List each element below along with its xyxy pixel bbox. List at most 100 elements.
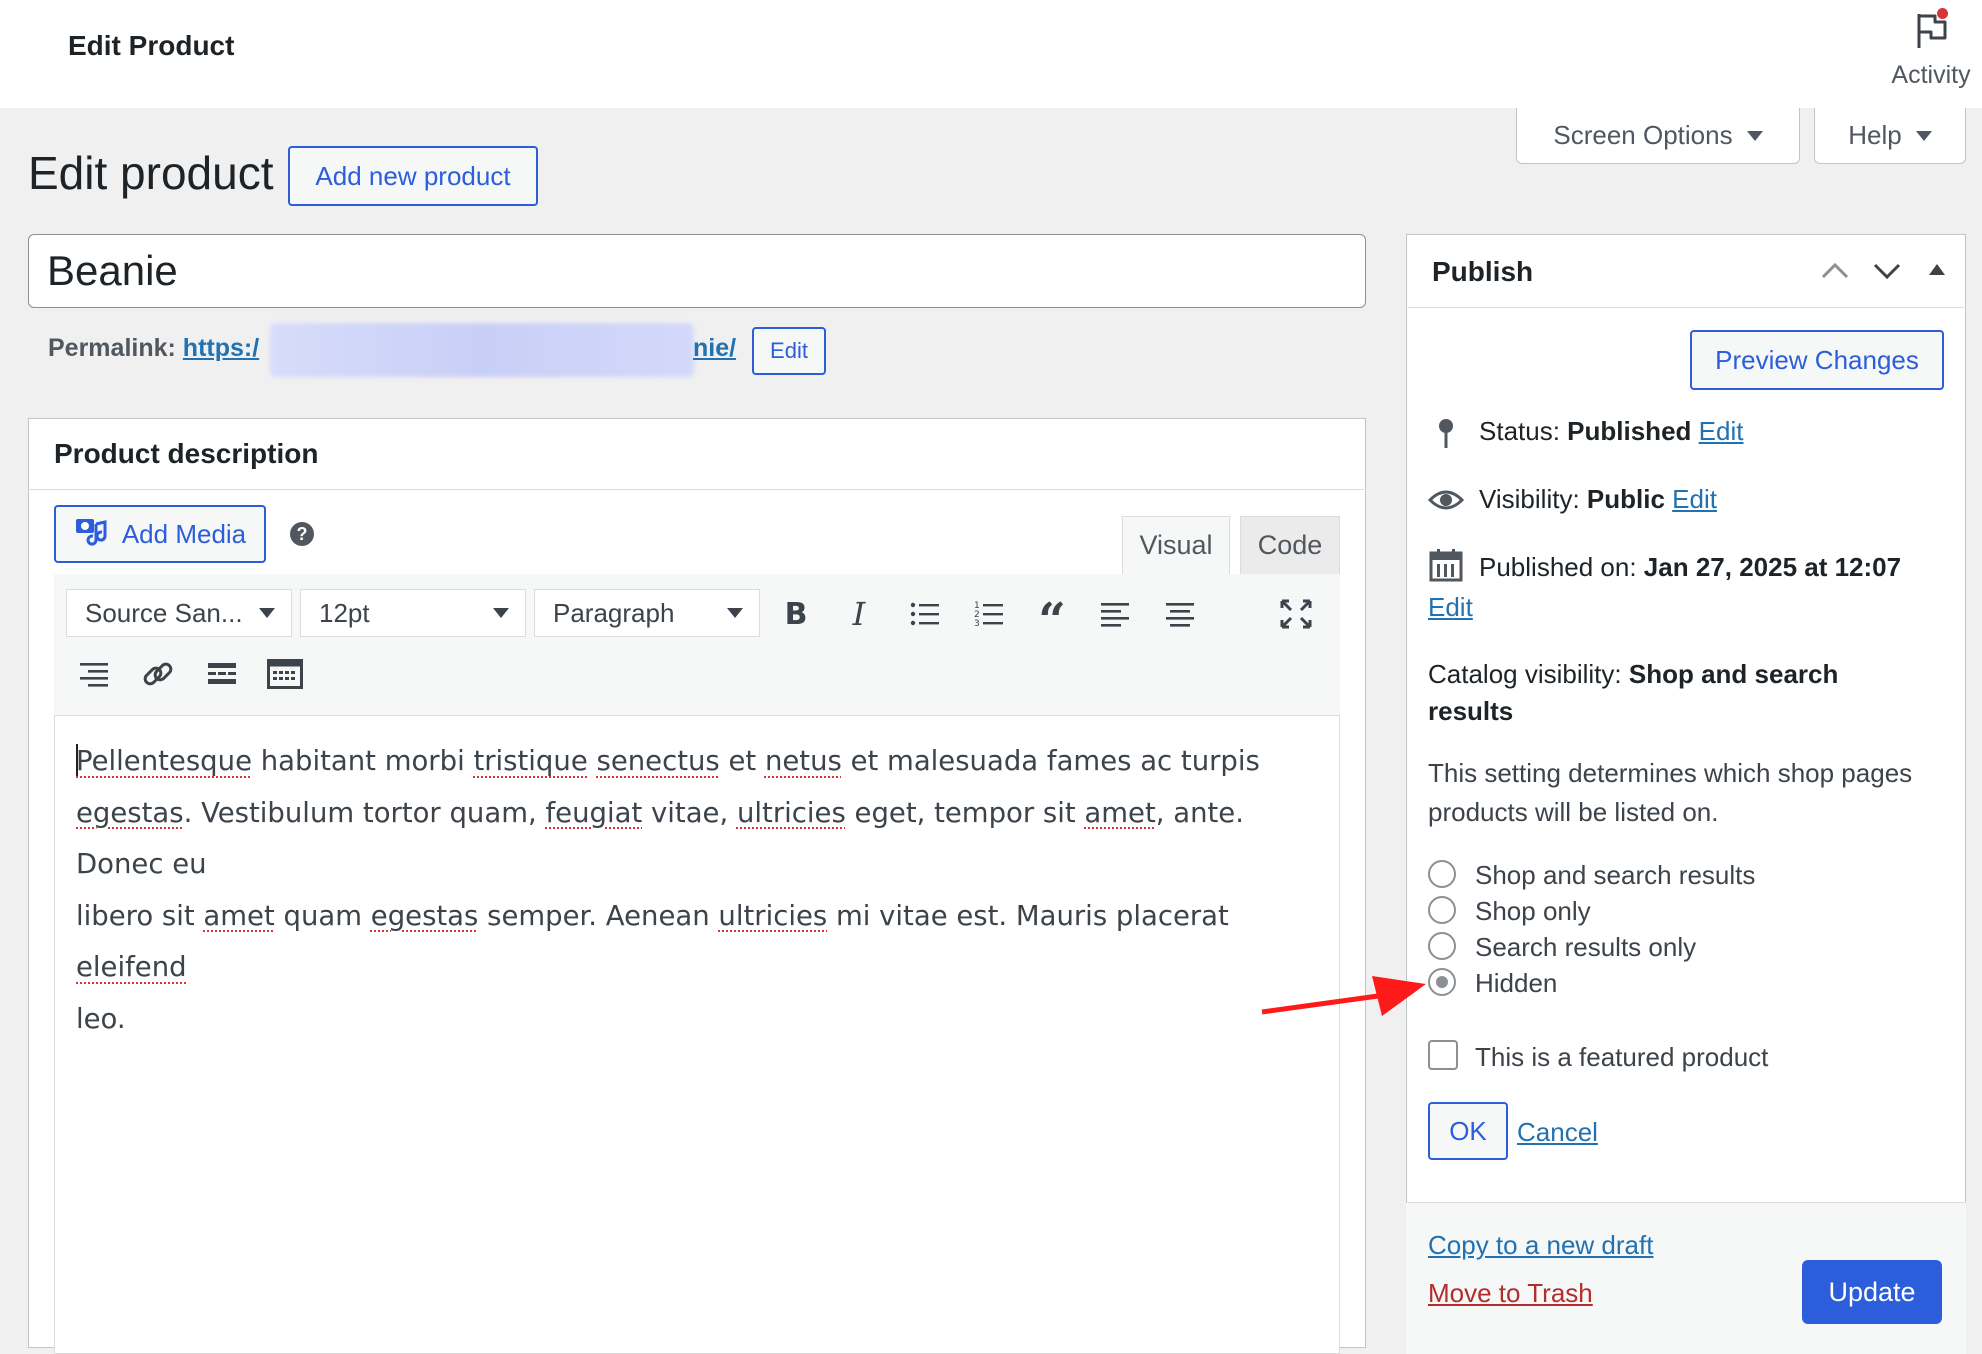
- text-run: libero sit: [76, 899, 204, 932]
- publish-title: Publish: [1432, 256, 1534, 287]
- fullscreen-icon: [1280, 599, 1312, 629]
- cancel-link[interactable]: Cancel: [1517, 1117, 1598, 1148]
- spell-word: amet: [203, 899, 275, 932]
- read-more-button[interactable]: [199, 651, 245, 697]
- annotation-arrow: [1261, 976, 1426, 1016]
- visibility-row: Visibility: Public Edit: [1479, 484, 1717, 515]
- permalink-link-start[interactable]: https:/: [183, 334, 259, 362]
- text-run: habitant morbi: [251, 745, 474, 777]
- top-bar: [0, 0, 1982, 108]
- permalink-blurred-region: [270, 323, 694, 377]
- permalink-edit-button[interactable]: Edit: [752, 327, 826, 375]
- copy-to-draft-link[interactable]: Copy to a new draft: [1428, 1230, 1653, 1261]
- bold-icon: B: [784, 596, 808, 632]
- update-button[interactable]: Update: [1802, 1260, 1942, 1324]
- product-title-value: Beanie: [47, 247, 178, 294]
- media-icon: [74, 516, 108, 553]
- published-value: Jan 27, 2025 at 12:07: [1643, 552, 1902, 582]
- radio-shop-and-search[interactable]: [1428, 860, 1456, 888]
- published-label: Published on:: [1479, 552, 1637, 582]
- keyboard-icon: [267, 659, 303, 689]
- spell-word: feugiat: [545, 796, 643, 829]
- visibility-edit-link[interactable]: Edit: [1672, 484, 1717, 514]
- screen-options-label: Screen Options: [1553, 120, 1733, 150]
- status-edit-link[interactable]: Edit: [1699, 416, 1744, 446]
- format-select[interactable]: Paragraph: [534, 589, 760, 637]
- svg-text:3: 3: [974, 619, 980, 628]
- status-row: Status: Published Edit: [1479, 416, 1743, 447]
- font-size-select[interactable]: 12pt: [300, 589, 526, 637]
- bold-button[interactable]: B: [773, 591, 819, 637]
- caret-down-icon: [727, 608, 743, 618]
- published-on-row: Published on: Jan 27, 2025 at 12:07: [1479, 552, 1901, 583]
- screen-options-button[interactable]: Screen Options: [1516, 108, 1800, 164]
- spell-word: senectus: [596, 745, 720, 777]
- align-left-button[interactable]: [1092, 591, 1138, 637]
- quote-icon: “: [1038, 593, 1066, 649]
- add-new-product-button[interactable]: Add new product: [288, 146, 538, 206]
- radio-shop-only[interactable]: [1428, 896, 1456, 924]
- radio-label-shop-and-search: Shop and search results: [1475, 860, 1756, 890]
- tab-visual[interactable]: Visual: [1122, 516, 1230, 574]
- featured-label: This is a featured product: [1475, 1042, 1769, 1072]
- editor-content[interactable]: Pellentesque habitant morbi tristique se…: [76, 736, 1326, 1045]
- align-center-button[interactable]: [1157, 591, 1203, 637]
- bullet-list-button[interactable]: [902, 591, 948, 637]
- permalink-row: Permalink: https:/: [48, 334, 259, 363]
- blockquote-button[interactable]: “: [1029, 591, 1075, 649]
- visibility-label: Visibility:: [1479, 484, 1580, 514]
- bullet-list-icon: [910, 602, 939, 626]
- spell-word: tristique: [473, 745, 588, 777]
- radio-label-search-only: Search results only: [1475, 932, 1697, 962]
- insert-link-button[interactable]: [135, 651, 181, 697]
- spell-word: egestas: [76, 796, 184, 829]
- catalog-value: Shop and search: [1628, 659, 1839, 689]
- featured-checkbox[interactable]: [1428, 1040, 1458, 1070]
- italic-icon: I: [852, 595, 866, 633]
- font-family-value: Source San...: [85, 597, 243, 628]
- add-media-button[interactable]: Add Media: [54, 505, 266, 563]
- published-edit-link[interactable]: Edit: [1428, 592, 1473, 623]
- spell-word: ultricies: [718, 899, 828, 932]
- format-value: Paragraph: [553, 597, 675, 628]
- product-title-input[interactable]: Beanie: [28, 234, 1366, 308]
- preview-changes-button[interactable]: Preview Changes: [1690, 330, 1944, 390]
- font-size-value: 12pt: [319, 597, 370, 628]
- fullscreen-button[interactable]: [1273, 591, 1319, 637]
- catalog-description: This setting determines which shop pages…: [1428, 754, 1912, 832]
- text-run: eget, tempor sit: [845, 796, 1085, 829]
- activity-button[interactable]: Activity: [1880, 8, 1982, 96]
- ok-button[interactable]: OK: [1428, 1102, 1508, 1160]
- toolbar-toggle-button[interactable]: [262, 651, 308, 697]
- visibility-value: Public: [1586, 484, 1665, 514]
- link-icon: [143, 662, 173, 686]
- catalog-label: Catalog visibility:: [1428, 659, 1622, 689]
- spell-word: netus: [764, 745, 842, 777]
- move-up-icon[interactable]: [1820, 260, 1850, 287]
- permalink-link-end[interactable]: nie/: [693, 334, 736, 363]
- text-run: . Vestibulum tortor quam,: [183, 796, 546, 829]
- radio-label-shop-only: Shop only: [1475, 896, 1591, 926]
- permalink-label: Permalink:: [48, 334, 176, 362]
- spell-word: ultricies: [736, 796, 846, 829]
- read-more-icon: [208, 663, 236, 684]
- radio-search-only[interactable]: [1428, 932, 1456, 960]
- activity-label: Activity: [1891, 61, 1971, 89]
- caret-down-icon: [1915, 130, 1932, 141]
- collapse-toggle-icon[interactable]: [1928, 262, 1946, 281]
- tab-code[interactable]: Code: [1240, 516, 1340, 574]
- font-family-select[interactable]: Source San...: [66, 589, 292, 637]
- content-line-2: egestas. Vestibulum tortor quam, feugiat…: [76, 788, 1326, 891]
- italic-button[interactable]: I: [836, 591, 882, 637]
- text-run: leo.: [76, 1002, 126, 1035]
- top-bar-title: Edit Product: [68, 30, 235, 61]
- numbered-list-button[interactable]: 1 2 3: [966, 591, 1012, 637]
- move-down-icon[interactable]: [1872, 260, 1902, 287]
- eye-icon: [1427, 486, 1465, 519]
- help-icon[interactable]: ?: [290, 522, 314, 546]
- radio-label-hidden: Hidden: [1475, 968, 1558, 998]
- text-run: mi vitae est. Mauris placerat: [827, 899, 1229, 932]
- move-to-trash-link[interactable]: Move to Trash: [1428, 1278, 1593, 1309]
- align-right-button[interactable]: [71, 651, 117, 697]
- help-button[interactable]: Help: [1814, 108, 1966, 164]
